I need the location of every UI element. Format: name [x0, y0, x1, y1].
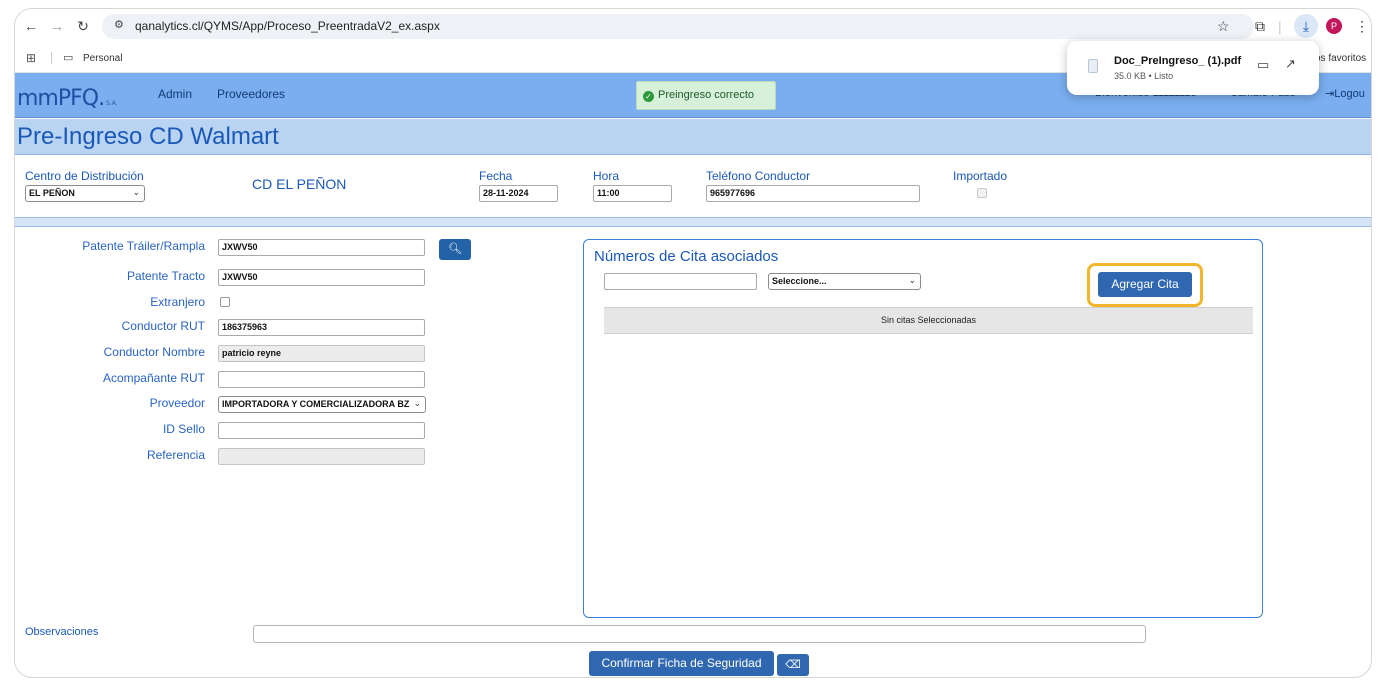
extranjero-checkbox[interactable] — [220, 297, 230, 307]
agregar-cita-button[interactable]: Agregar Cita — [1098, 272, 1192, 297]
eraser-icon: ⌫ — [785, 659, 801, 671]
logo-text: mmPFQ. — [17, 86, 105, 111]
title-bar: Pre-Ingreso CD Walmart — [15, 119, 1371, 155]
nav-proveedores[interactable]: Proveedores — [217, 87, 285, 101]
logout-link[interactable]: ⇥Logou — [1325, 87, 1365, 100]
apps-grid-icon[interactable]: ⊞ — [26, 51, 36, 65]
back-icon[interactable]: ← — [23, 18, 39, 34]
show-in-folder-icon[interactable]: ▭ — [1257, 57, 1269, 73]
telefono-input[interactable]: 965977696 — [706, 185, 920, 202]
forward-icon[interactable]: → — [49, 18, 65, 34]
proveedor-select[interactable]: IMPORTADORA Y COMERCIALIZADORA BZ ⌄ — [218, 396, 426, 413]
observaciones-label: Observaciones — [25, 626, 99, 638]
hora-input[interactable]: 11:00 — [593, 185, 672, 202]
bookmark-folder-personal[interactable]: Personal — [83, 53, 122, 64]
open-external-icon[interactable]: ↗ — [1285, 56, 1296, 72]
citas-panel: Números de Cita asociados Seleccione... ⌄… — [583, 239, 1263, 618]
centro-select[interactable]: EL PEÑON ⌄ — [25, 185, 145, 202]
check-circle-icon: ✓ — [643, 91, 654, 102]
fecha-input[interactable]: 28-11-2024 — [479, 185, 558, 202]
extensions-icon[interactable]: ⧉ — [1255, 18, 1265, 34]
logout-icon: ⇥ — [1325, 88, 1335, 100]
download-icon[interactable]: ⤓ — [1294, 14, 1318, 38]
chevron-down-icon: ⌄ — [132, 187, 140, 197]
nav-admin[interactable]: Admin — [158, 87, 192, 101]
chevron-down-icon: ⌄ — [413, 398, 421, 408]
logout-label: Logou — [1334, 88, 1365, 100]
download-meta: 35.0 KB • Listo — [1114, 71, 1174, 81]
browser-window: ← → ↻ ⚙ qanalytics.cl/QYMS/App/Proceso_P… — [14, 8, 1372, 678]
referencia-input — [218, 448, 425, 465]
proveedor-value: IMPORTADORA Y COMERCIALIZADORA BZ — [222, 399, 410, 409]
chevron-down-icon: ⌄ — [908, 275, 916, 285]
confirm-button[interactable]: Confirmar Ficha de Seguridad — [589, 651, 774, 676]
reload-icon[interactable]: ↻ — [75, 18, 91, 34]
importado-checkbox — [977, 188, 987, 198]
importado-label: Importado — [953, 169, 1008, 183]
highlight-ring: Agregar Cita — [1087, 263, 1203, 307]
pdf-file-icon — [1088, 59, 1098, 73]
toolbar-separator: | — [1278, 18, 1282, 34]
conductor-nombre-label: Conductor Nombre — [103, 345, 205, 359]
success-toast: ✓ Preingreso correcto — [636, 81, 776, 110]
all-bookmarks-link[interactable]: os favoritos — [1315, 53, 1366, 64]
extranjero-label: Extranjero — [150, 295, 205, 309]
patente-tracto-input[interactable]: JXWV50 — [218, 269, 425, 286]
id-sello-input[interactable] — [218, 422, 425, 439]
search-button[interactable]: 🔍︎ — [439, 239, 471, 260]
acompanante-label: Acompañante RUT — [102, 371, 205, 385]
observaciones-input[interactable] — [253, 625, 1146, 643]
download-popup: Doc_PreIngreso_ (1).pdf 35.0 KB • Listo … — [1067, 41, 1319, 95]
browser-toolbar: ← → ↻ ⚙ qanalytics.cl/QYMS/App/Proceso_P… — [15, 9, 1371, 43]
proveedor-label: Proveedor — [149, 396, 205, 410]
cita-select-value: Seleccione... — [772, 276, 827, 286]
patente-trailer-input[interactable]: JXWV50 — [218, 239, 425, 256]
cita-number-input[interactable] — [604, 273, 757, 290]
hora-label: Hora — [593, 169, 620, 183]
centro-value: EL PEÑON — [29, 188, 75, 198]
download-filename[interactable]: Doc_PreIngreso_ (1).pdf — [1114, 55, 1241, 67]
clear-button[interactable]: ⌫ — [777, 654, 809, 676]
id-sello-label: ID Sello — [162, 422, 205, 436]
patente-tracto-label: Patente Tracto — [126, 269, 205, 283]
bookmarks-separator — [51, 52, 52, 64]
url-text: qanalytics.cl/QYMS/App/Proceso_Preentrad… — [135, 19, 440, 33]
empty-citas-row: Sin citas Seleccionadas — [604, 307, 1253, 334]
star-icon[interactable]: ☆ — [1217, 18, 1230, 34]
fecha-label: Fecha — [479, 169, 513, 183]
search-icon: 🔍︎ — [448, 243, 462, 255]
menu-kebab-icon[interactable]: ⋮ — [1355, 18, 1369, 34]
conductor-rut-input[interactable]: 186375963 — [218, 319, 425, 336]
avatar[interactable]: P — [1326, 18, 1342, 34]
centro-name: CD EL PEÑON — [252, 176, 347, 192]
acompanante-input[interactable] — [218, 371, 425, 388]
section-divider — [15, 217, 1371, 227]
patente-trailer-label: Patente Tráiler/Rampla — [82, 239, 205, 253]
cita-select[interactable]: Seleccione... ⌄ — [768, 273, 921, 290]
toast-text: Preingreso correcto — [658, 89, 754, 101]
logo[interactable]: mmPFQ. S.A. — [17, 86, 118, 111]
folder-icon: ▭ — [63, 52, 74, 64]
address-bar[interactable]: ⚙ qanalytics.cl/QYMS/App/Proceso_Preentr… — [102, 14, 1254, 39]
page-title: Pre-Ingreso CD Walmart — [17, 123, 279, 150]
telefono-label: Teléfono Conductor — [706, 169, 811, 183]
citas-title: Números de Cita asociados — [594, 248, 779, 265]
logo-suffix: S.A. — [106, 100, 118, 107]
referencia-label: Referencia — [146, 448, 205, 462]
site-info-icon[interactable]: ⚙ — [114, 18, 124, 31]
conductor-nombre-input: patricio reyne — [218, 345, 425, 362]
centro-label: Centro de Distribución — [25, 169, 144, 183]
conductor-rut-label: Conductor RUT — [121, 319, 205, 333]
